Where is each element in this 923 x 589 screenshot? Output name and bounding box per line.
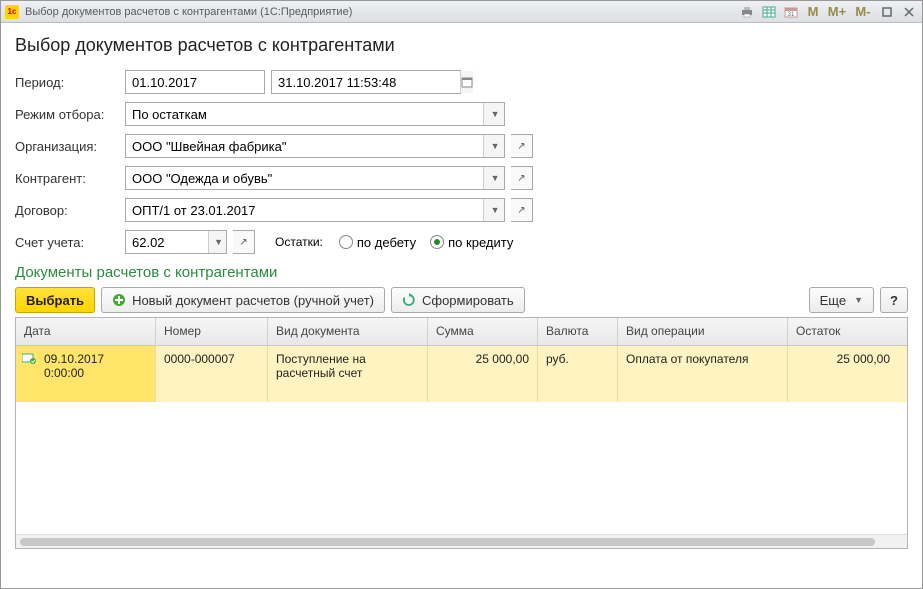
new-doc-button[interactable]: Новый документ расчетов (ручной учет) xyxy=(101,287,385,313)
cell-date: 09.10.2017 0:00:00 xyxy=(16,346,156,402)
account-label: Счет учета: xyxy=(15,235,125,250)
org-label: Организация: xyxy=(15,139,125,154)
help-button[interactable]: ? xyxy=(880,287,908,313)
scrollbar-thumb[interactable] xyxy=(20,538,875,546)
mode-label: Режим отбора: xyxy=(15,107,125,122)
window-title: Выбор документов расчетов с контрагентам… xyxy=(25,6,738,18)
help-button-label: ? xyxy=(890,293,898,308)
table-row[interactable]: 09.10.2017 0:00:00 0000-000007 Поступлен… xyxy=(16,346,907,402)
radio-checked-icon xyxy=(430,235,444,249)
horizontal-scrollbar[interactable] xyxy=(16,534,907,548)
row-period: Период: xyxy=(15,70,908,94)
col-header-date[interactable]: Дата xyxy=(16,318,156,345)
plus-icon xyxy=(112,293,126,307)
row-contract: Договор: ▼ ↗ xyxy=(15,198,908,222)
select-button-label: Выбрать xyxy=(26,293,84,308)
svg-text:31: 31 xyxy=(788,12,795,18)
row-account: Счет учета: ▼ ↗ Остатки: по дебету по кр… xyxy=(15,230,908,254)
section-header: Документы расчетов с контрагентами xyxy=(15,264,908,281)
chevron-down-icon: ▼ xyxy=(854,295,863,305)
document-icon xyxy=(22,352,36,364)
radio-credit-label: по кредиту xyxy=(448,235,513,250)
memory-m-button[interactable]: M xyxy=(804,4,822,20)
contract-field[interactable]: ▼ xyxy=(125,198,505,222)
memory-mplus-button[interactable]: M+ xyxy=(826,4,848,20)
period-from-field[interactable] xyxy=(125,70,265,94)
cell-balance: 25 000,00 xyxy=(788,346,898,402)
maximize-icon[interactable] xyxy=(878,4,896,20)
more-button[interactable]: Еще ▼ xyxy=(809,287,874,313)
form-button[interactable]: Сформировать xyxy=(391,287,525,313)
row-org: Организация: ▼ ↗ xyxy=(15,134,908,158)
dropdown-icon[interactable]: ▼ xyxy=(483,199,504,221)
col-header-operation[interactable]: Вид операции xyxy=(618,318,788,345)
cell-number: 0000-000007 xyxy=(156,346,268,402)
more-button-label: Еще xyxy=(820,293,846,308)
contract-input[interactable] xyxy=(126,199,483,221)
form-button-label: Сформировать xyxy=(422,293,514,308)
period-to-input[interactable] xyxy=(272,71,460,93)
open-icon[interactable]: ↗ xyxy=(233,230,255,254)
contr-label: Контрагент: xyxy=(15,171,125,186)
grid-header: Дата Номер Вид документа Сумма Валюта Ви… xyxy=(16,318,907,346)
row-contr: Контрагент: ▼ ↗ xyxy=(15,166,908,190)
mode-input[interactable] xyxy=(126,103,483,125)
radio-icon xyxy=(339,235,353,249)
refresh-icon xyxy=(402,293,416,307)
titlebar: 1c Выбор документов расчетов с контраген… xyxy=(1,1,922,23)
close-icon[interactable] xyxy=(900,4,918,20)
cell-date-text: 09.10.2017 0:00:00 xyxy=(44,352,107,380)
page-title: Выбор документов расчетов с контрагентам… xyxy=(15,35,908,56)
documents-grid: Дата Номер Вид документа Сумма Валюта Ви… xyxy=(15,317,908,549)
row-mode: Режим отбора: ▼ xyxy=(15,102,908,126)
contract-label: Договор: xyxy=(15,203,125,218)
new-doc-button-label: Новый документ расчетов (ручной учет) xyxy=(132,293,374,308)
app-logo-icon: 1c xyxy=(5,5,19,19)
account-field[interactable]: ▼ xyxy=(125,230,227,254)
account-input[interactable] xyxy=(126,231,208,253)
toolbar: Выбрать Новый документ расчетов (ручной … xyxy=(15,287,908,313)
dropdown-icon[interactable]: ▼ xyxy=(483,167,504,189)
cell-operation: Оплата от покупателя xyxy=(618,346,788,402)
select-button[interactable]: Выбрать xyxy=(15,287,95,313)
open-icon[interactable]: ↗ xyxy=(511,166,533,190)
calendar-icon[interactable] xyxy=(460,71,473,93)
col-header-doctype[interactable]: Вид документа xyxy=(268,318,428,345)
memory-mminus-button[interactable]: M- xyxy=(852,4,874,20)
mode-field[interactable]: ▼ xyxy=(125,102,505,126)
col-header-currency[interactable]: Валюта xyxy=(538,318,618,345)
radio-debit[interactable]: по дебету xyxy=(339,235,416,250)
calendar-icon[interactable]: 31 xyxy=(782,4,800,20)
cell-doctype: Поступление на расчетный счет xyxy=(268,346,428,402)
radio-credit[interactable]: по кредиту xyxy=(430,235,513,250)
dropdown-icon[interactable]: ▼ xyxy=(483,103,504,125)
open-icon[interactable]: ↗ xyxy=(511,134,533,158)
col-header-number[interactable]: Номер xyxy=(156,318,268,345)
col-header-sum[interactable]: Сумма xyxy=(428,318,538,345)
cell-currency: руб. xyxy=(538,346,618,402)
period-to-field[interactable] xyxy=(271,70,461,94)
contr-input[interactable] xyxy=(126,167,483,189)
contr-field[interactable]: ▼ xyxy=(125,166,505,190)
balances-label: Остатки: xyxy=(275,235,323,249)
table-icon[interactable] xyxy=(760,4,778,20)
org-input[interactable] xyxy=(126,135,483,157)
col-header-balance[interactable]: Остаток xyxy=(788,318,898,345)
dropdown-icon[interactable]: ▼ xyxy=(208,231,226,253)
open-icon[interactable]: ↗ xyxy=(511,198,533,222)
cell-sum: 25 000,00 xyxy=(428,346,538,402)
print-icon[interactable] xyxy=(738,4,756,20)
dropdown-icon[interactable]: ▼ xyxy=(483,135,504,157)
balances-radio-group: по дебету по кредиту xyxy=(339,235,513,250)
org-field[interactable]: ▼ xyxy=(125,134,505,158)
titlebar-controls: 31 M M+ M- xyxy=(738,4,918,20)
radio-debit-label: по дебету xyxy=(357,235,416,250)
period-label: Период: xyxy=(15,75,125,90)
